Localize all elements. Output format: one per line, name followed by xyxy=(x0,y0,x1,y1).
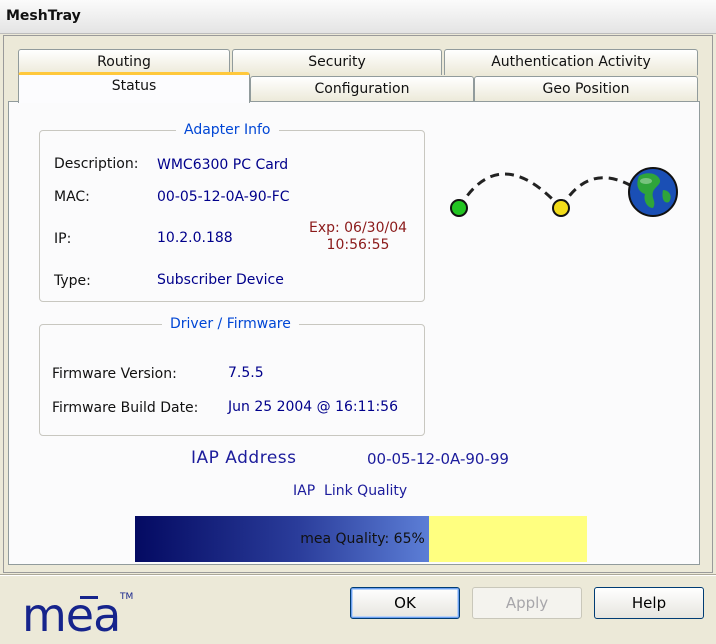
tab-configuration[interactable]: Configuration xyxy=(250,76,474,102)
ip-expiry: Exp: 06/30/04 10:56:55 xyxy=(298,220,418,254)
adapter-info-group: Adapter Info Description: WMC6300 PC Car… xyxy=(39,122,425,302)
green-node-icon xyxy=(450,199,468,217)
firmware-build-date-value: Jun 25 2004 @ 16:11:56 xyxy=(228,399,398,415)
type-value: Subscriber Device xyxy=(157,272,284,288)
description-label: Description: xyxy=(54,156,139,172)
status-panel: Adapter Info Description: WMC6300 PC Car… xyxy=(8,101,700,565)
iap-address-label: IAP Address xyxy=(191,448,297,468)
firmware-build-date-label: Firmware Build Date: xyxy=(52,400,199,416)
help-button[interactable]: Help xyxy=(594,587,704,619)
window-title: MeshTray xyxy=(6,8,81,24)
driver-firmware-group: Driver / Firmware Firmware Version: 7.5.… xyxy=(39,316,425,436)
firmware-version-label: Firmware Version: xyxy=(52,366,177,382)
iap-link-quality-label: IAP Link Quality xyxy=(293,483,408,499)
ip-expiry-time: 10:56:55 xyxy=(326,237,390,253)
mac-label: MAC: xyxy=(54,189,90,205)
link-quality-bar: mea Quality: 65% xyxy=(135,516,587,562)
globe-icon xyxy=(628,167,678,217)
description-value: WMC6300 PC Card xyxy=(157,157,289,173)
mac-value: 00-05-12-0A-90-FC xyxy=(157,189,290,205)
ip-expiry-date: Exp: 06/30/04 xyxy=(308,220,408,236)
mesh-link-2 xyxy=(559,176,636,209)
title-bar: MeshTray xyxy=(0,0,716,34)
link-quality-fill: mea Quality: 65% xyxy=(135,516,429,562)
driver-firmware-title: Driver / Firmware xyxy=(162,316,299,332)
svg-text:TM: TM xyxy=(119,592,133,602)
tab-authentication-activity[interactable]: Authentication Activity xyxy=(444,49,698,75)
svg-text:mea: mea xyxy=(22,588,120,639)
link-quality-text: mea Quality: 65% xyxy=(300,531,425,547)
footer-divider xyxy=(0,574,716,576)
tab-status[interactable]: Status xyxy=(18,72,250,103)
tab-geo-position[interactable]: Geo Position xyxy=(474,76,698,102)
mesh-connection-diagram xyxy=(450,167,678,217)
mesh-link-1 xyxy=(457,172,563,210)
apply-button[interactable]: Apply xyxy=(472,587,582,619)
type-label: Type: xyxy=(54,273,91,289)
yellow-node-icon xyxy=(552,199,570,217)
ok-button[interactable]: OK xyxy=(350,587,460,619)
firmware-version-value: 7.5.5 xyxy=(228,365,264,381)
ip-label: IP: xyxy=(54,231,72,247)
adapter-info-title: Adapter Info xyxy=(176,122,279,138)
tab-security[interactable]: Security xyxy=(232,49,442,75)
iap-address-value: 00-05-12-0A-90-99 xyxy=(367,450,509,468)
ip-value: 10.2.0.188 xyxy=(157,230,233,246)
mea-logo: mea TM xyxy=(22,588,133,639)
